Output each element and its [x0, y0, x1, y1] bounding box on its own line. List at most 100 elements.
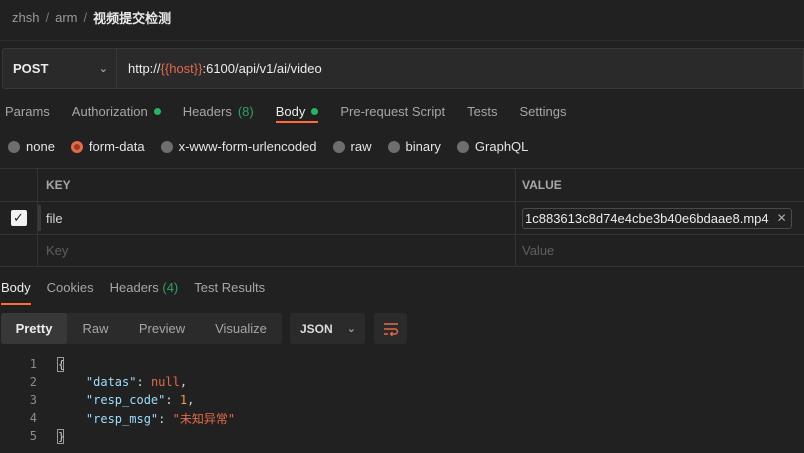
- radio-icon[interactable]: [160, 140, 173, 153]
- close-icon[interactable]: ✕: [777, 211, 787, 225]
- key-column-header: KEY: [38, 169, 516, 201]
- tab-label: Authorization: [71, 104, 148, 119]
- key-input[interactable]: file: [38, 202, 516, 234]
- line-number: 3: [29, 393, 37, 407]
- json-key: "resp_msg": [85, 411, 159, 426]
- radio-icon[interactable]: [8, 140, 20, 153]
- url-input[interactable]: http://{{host}}:6100/api/v1/ai/video: [116, 48, 804, 89]
- tab-params[interactable]: Params: [5, 100, 50, 119]
- value-placeholder-input[interactable]: Value: [516, 235, 804, 266]
- value-column-header: VALUE: [522, 178, 562, 192]
- body-type-none[interactable]: none: [8, 139, 55, 154]
- breadcrumb-workspace[interactable]: zhsh: [12, 10, 39, 25]
- table-header-row: KEY VALUE: [0, 168, 804, 201]
- status-dot-icon: [311, 108, 319, 115]
- request-tabs: Params Authorization Headers (8) Body Pre…: [0, 100, 588, 124]
- format-label: JSON: [300, 321, 333, 336]
- request-name[interactable]: 视频提交检测: [93, 8, 171, 27]
- breadcrumb-collection[interactable]: arm: [55, 10, 77, 25]
- checkbox-checked-icon[interactable]: ✓: [10, 210, 27, 226]
- code-line: 3 "resp_code": 1,: [0, 391, 804, 409]
- radio-icon[interactable]: [332, 140, 345, 153]
- body-type-urlencoded[interactable]: x-www-form-urlencoded: [160, 139, 317, 154]
- tab-tests[interactable]: Tests: [467, 100, 497, 119]
- response-tab-cookies[interactable]: Cookies: [47, 280, 94, 301]
- json-value: null: [150, 375, 180, 389]
- view-mode-switcher: Pretty Raw Preview Visualize: [1, 313, 282, 344]
- response-view-bar: Pretty Raw Preview Visualize JSON ⌄: [1, 313, 407, 344]
- value-cell: 1c883613c8d74e4cbe3b40e6bdaae8.mp4 ✕: [516, 202, 804, 234]
- method-label: POST: [13, 61, 49, 76]
- body-type-label: form-data: [88, 139, 145, 154]
- tab-label: Params: [5, 104, 50, 119]
- response-body-editor[interactable]: 1 { 2 "datas": null, 3 "resp_code": 1, 4…: [0, 355, 804, 445]
- tab-body[interactable]: Body: [275, 100, 319, 123]
- json-value: 1: [179, 393, 188, 407]
- key-placeholder-input[interactable]: Key: [38, 235, 516, 266]
- status-dot-icon: [153, 108, 161, 115]
- code-text: {: [57, 356, 65, 372]
- code-text: "resp_msg": "未知异常": [85, 411, 236, 426]
- json-value: "未知异常": [172, 411, 236, 426]
- breadcrumb: zhsh / arm / 视频提交检测: [12, 8, 171, 26]
- wrap-lines-button[interactable]: [374, 313, 407, 344]
- line-number: 5: [29, 429, 37, 443]
- breadcrumb-separator: /: [45, 9, 50, 25]
- chevron-down-icon: ⌄: [98, 63, 108, 75]
- url-variable: {{host}}: [160, 61, 203, 76]
- wrap-lines-icon: [383, 322, 398, 336]
- line-number: 2: [29, 375, 37, 389]
- tab-label: Headers: [182, 104, 232, 119]
- view-visualize-button[interactable]: Visualize: [200, 313, 282, 344]
- breadcrumb-separator: /: [83, 9, 88, 25]
- file-name: 1c883613c8d74e4cbe3b40e6bdaae8.mp4: [525, 210, 769, 226]
- radio-icon[interactable]: [387, 140, 400, 153]
- row-check-cell: ✓: [0, 202, 38, 234]
- radio-checked-icon[interactable]: [70, 140, 83, 153]
- code-line: 4 "resp_msg": "未知异常": [0, 409, 804, 427]
- response-tab-test-results[interactable]: Test Results: [194, 280, 265, 301]
- row-check-cell: [0, 235, 38, 266]
- file-chip[interactable]: 1c883613c8d74e4cbe3b40e6bdaae8.mp4 ✕: [522, 207, 792, 229]
- response-tab-body[interactable]: Body: [1, 280, 31, 305]
- response-headers-count: (4): [162, 280, 179, 295]
- view-pretty-button[interactable]: Pretty: [1, 313, 67, 344]
- url-prefix: http://: [128, 61, 161, 76]
- body-type-raw[interactable]: raw: [332, 139, 372, 154]
- tab-authorization[interactable]: Authorization: [72, 100, 161, 119]
- view-preview-button[interactable]: Preview: [124, 313, 200, 344]
- code-line: 5 }: [0, 427, 804, 445]
- response-tab-headers[interactable]: Headers (4): [110, 280, 179, 301]
- body-type-label: binary: [405, 139, 441, 154]
- tab-label: Headers: [109, 280, 159, 295]
- table-row-empty: Key Value: [0, 234, 804, 267]
- tab-prerequest-script[interactable]: Pre-request Script: [340, 100, 445, 119]
- tab-headers[interactable]: Headers (8): [183, 100, 254, 119]
- body-type-label: none: [26, 139, 55, 154]
- tab-label: Pre-request Script: [340, 104, 446, 119]
- divider: [0, 40, 804, 41]
- body-type-binary[interactable]: binary: [387, 139, 441, 154]
- url-suffix: :6100/api/v1/ai/video: [202, 61, 322, 76]
- headers-count: (8): [237, 104, 254, 119]
- header-check-cell: [0, 169, 38, 201]
- body-type-graphql[interactable]: GraphQL: [456, 139, 528, 154]
- code-line: 2 "datas": null,: [0, 373, 804, 391]
- drag-handle[interactable]: [38, 205, 41, 231]
- json-key: "datas": [85, 375, 137, 389]
- json-key: "resp_code": [85, 393, 166, 407]
- code-text: "datas": null,: [85, 375, 188, 389]
- radio-icon[interactable]: [456, 140, 469, 153]
- body-type-label: x-www-form-urlencoded: [178, 139, 317, 154]
- body-type-form-data[interactable]: form-data: [70, 139, 145, 154]
- line-number: 1: [29, 357, 37, 371]
- tab-settings[interactable]: Settings: [519, 100, 566, 119]
- code-text: "resp_code": 1,: [85, 393, 195, 407]
- table-row: ✓ file 1c883613c8d74e4cbe3b40e6bdaae8.mp…: [0, 201, 804, 234]
- body-type-options: none form-data x-www-form-urlencoded raw…: [8, 139, 544, 154]
- method-select[interactable]: POST ⌄: [2, 48, 116, 89]
- response-tabs: Body Cookies Headers (4) Test Results: [0, 280, 281, 305]
- body-type-label: raw: [350, 139, 372, 154]
- view-raw-button[interactable]: Raw: [67, 313, 124, 344]
- format-select[interactable]: JSON ⌄: [290, 313, 365, 344]
